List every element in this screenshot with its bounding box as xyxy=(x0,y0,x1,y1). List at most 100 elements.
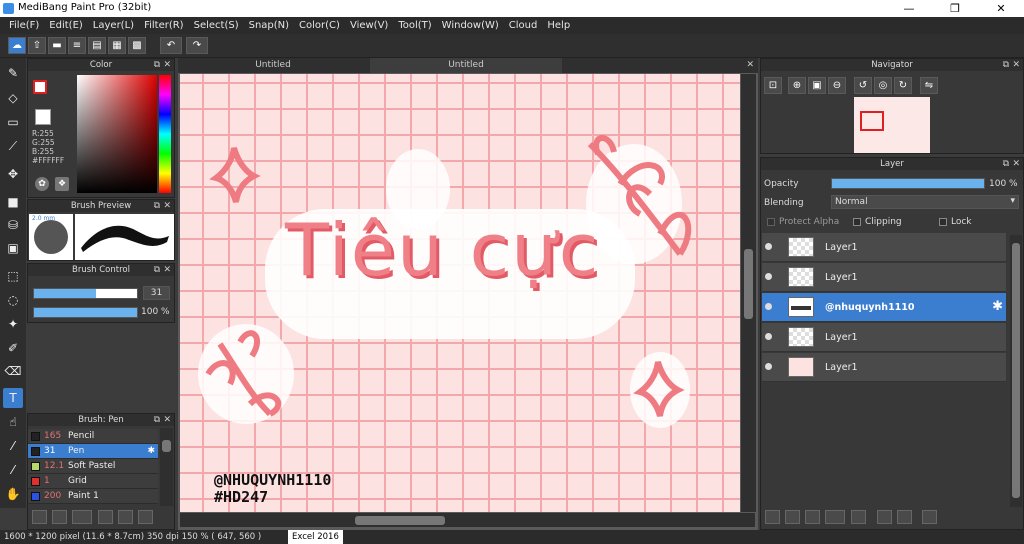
transparent-swatch[interactable] xyxy=(35,109,51,125)
float-icon[interactable]: ⧉ xyxy=(154,200,160,212)
zoom-fit-icon[interactable]: ⊡ xyxy=(764,77,782,94)
undo-icon[interactable]: ↶ xyxy=(160,37,182,54)
grid-view-icon[interactable]: ▦ xyxy=(108,37,126,54)
visibility-eye-icon[interactable] xyxy=(765,363,772,370)
bucket-tool-icon[interactable]: ⛁ xyxy=(3,215,23,235)
menu-tool[interactable]: Tool(T) xyxy=(393,17,436,34)
brush-item[interactable]: 165 Pencil xyxy=(28,429,158,444)
zoom-actual-icon[interactable]: ▣ xyxy=(808,77,826,94)
close-panel-icon[interactable]: ✕ xyxy=(1012,158,1020,170)
redo-icon[interactable]: ↷ xyxy=(186,37,208,54)
palette-icon[interactable]: ❖ xyxy=(55,177,69,191)
layer-row[interactable]: Layer1 xyxy=(762,263,1006,292)
close-button[interactable]: ✕ xyxy=(978,0,1024,17)
text-tool-icon[interactable]: T xyxy=(3,388,23,408)
menu-help[interactable]: Help xyxy=(542,17,575,34)
dropper-tool-icon[interactable]: ⁄ xyxy=(3,436,23,456)
line-tool-icon[interactable]: ⟋ xyxy=(3,136,23,156)
primary-color-swatch[interactable] xyxy=(33,80,47,94)
float-icon[interactable]: ⧉ xyxy=(154,264,160,276)
operation-tool-icon[interactable]: ☝ xyxy=(3,412,23,432)
select-pen-icon[interactable]: ✐ xyxy=(3,338,23,358)
blending-select[interactable]: Normal ▾ xyxy=(831,195,1019,209)
lasso-tool-icon[interactable]: ◌ xyxy=(3,290,23,310)
brush-size-value[interactable]: 31 xyxy=(143,286,170,300)
lock-checkbox[interactable] xyxy=(939,218,947,226)
brush-tool-icon[interactable]: ✎ xyxy=(3,63,23,83)
hand-tool-icon[interactable]: ✋ xyxy=(3,484,23,504)
rotate-reset-icon[interactable]: ◎ xyxy=(874,77,892,94)
layer-list-scrollbar[interactable] xyxy=(1010,235,1022,507)
menu-select[interactable]: Select(S) xyxy=(189,17,244,34)
rectangle-tool-icon[interactable]: ▭ xyxy=(3,112,23,132)
menu-snap[interactable]: Snap(N) xyxy=(244,17,294,34)
move-tool-icon[interactable]: ✥ xyxy=(3,164,23,184)
zoom-out-icon[interactable]: ⊖ xyxy=(828,77,846,94)
float-icon[interactable]: ⧉ xyxy=(154,59,160,71)
upload-icon[interactable]: ⇧ xyxy=(28,37,46,54)
canvas-vertical-scrollbar[interactable] xyxy=(741,74,756,512)
select-eraser-icon[interactable]: ⌫ xyxy=(3,361,23,381)
delete-layer-icon[interactable] xyxy=(922,510,937,524)
brush-opacity-slider[interactable] xyxy=(33,307,138,318)
menu-file[interactable]: File(F) xyxy=(4,17,44,34)
close-panel-icon[interactable]: ✕ xyxy=(163,414,171,426)
brush-list-scroll-thumb[interactable] xyxy=(162,440,171,452)
navigator-viewport-frame[interactable] xyxy=(860,111,884,131)
rotate-left-icon[interactable]: ↺ xyxy=(854,77,872,94)
menu-filter[interactable]: Filter(R) xyxy=(139,17,189,34)
comment-icon[interactable]: ▬ xyxy=(48,37,66,54)
layer-row[interactable]: Layer1 xyxy=(762,233,1006,262)
zoom-in-icon[interactable]: ⊕ xyxy=(788,77,806,94)
select-rect-tool-icon[interactable]: ⬚ xyxy=(3,266,23,286)
tab-untitled-2[interactable]: Untitled xyxy=(370,58,562,73)
hue-slider[interactable] xyxy=(159,75,171,193)
duplicate-layer-icon[interactable] xyxy=(877,510,892,524)
eraser-tool-icon[interactable]: ◇ xyxy=(3,88,23,108)
brush-item[interactable]: 12.1 Soft Pastel xyxy=(28,459,158,474)
document-icon[interactable]: ▤ xyxy=(88,37,106,54)
close-panel-icon[interactable]: ✕ xyxy=(163,264,171,276)
rotate-right-icon[interactable]: ↻ xyxy=(894,77,912,94)
menu-layer[interactable]: Layer(L) xyxy=(88,17,139,34)
protect-alpha-checkbox[interactable] xyxy=(767,218,775,226)
menu-cloud[interactable]: Cloud xyxy=(504,17,543,34)
color-wheel-icon[interactable]: ✿ xyxy=(35,177,49,191)
minimize-button[interactable]: — xyxy=(886,0,932,17)
flip-icon[interactable]: ⇋ xyxy=(920,77,938,94)
brush-settings-icon[interactable]: ✱ xyxy=(147,444,155,459)
menu-view[interactable]: View(V) xyxy=(345,17,393,34)
visibility-eye-icon[interactable] xyxy=(765,333,772,340)
vertical-scroll-thumb[interactable] xyxy=(744,249,753,319)
close-panel-icon[interactable]: ✕ xyxy=(163,200,171,212)
close-panel-icon[interactable]: ✕ xyxy=(1012,59,1020,71)
brush-item[interactable]: 1 Grid xyxy=(28,474,158,489)
brush-size-slider[interactable] xyxy=(33,288,138,299)
new-8bit-layer-icon[interactable] xyxy=(805,510,820,524)
tiles-icon[interactable]: ▩ xyxy=(128,37,146,54)
duplicate-icon[interactable] xyxy=(138,510,153,524)
copy-brush-icon[interactable] xyxy=(98,510,113,524)
new-layer-icon[interactable] xyxy=(765,510,780,524)
layer-row[interactable]: Layer1 xyxy=(762,323,1006,352)
clipping-checkbox[interactable] xyxy=(853,218,861,226)
cloud-icon[interactable]: ☁ xyxy=(8,37,26,54)
float-icon[interactable]: ⧉ xyxy=(154,414,160,426)
float-icon[interactable]: ⧉ xyxy=(1003,59,1009,71)
menu-edit[interactable]: Edit(E) xyxy=(44,17,88,34)
layer-folder-icon[interactable] xyxy=(851,510,866,524)
visibility-eye-icon[interactable] xyxy=(765,243,772,250)
visibility-eye-icon[interactable] xyxy=(765,303,772,310)
eyedropper-icon[interactable]: ⁄ xyxy=(3,460,23,480)
merge-layer-icon[interactable] xyxy=(897,510,912,524)
brush-item-selected[interactable]: 31 Pen ✱ xyxy=(28,444,158,459)
close-panel-icon[interactable]: ✕ xyxy=(163,59,171,71)
layer-row-selected[interactable]: @nhuquynh1110 ✱ xyxy=(762,293,1006,322)
gradient-tool-icon[interactable]: ▣ xyxy=(3,238,23,258)
visibility-eye-icon[interactable] xyxy=(765,273,772,280)
layer-menu-icon[interactable] xyxy=(825,510,845,524)
brush-list-scrollbar[interactable] xyxy=(160,428,173,506)
float-icon[interactable]: ⧉ xyxy=(1003,158,1009,170)
navigator-thumbnail[interactable] xyxy=(854,97,930,153)
horizontal-scroll-thumb[interactable] xyxy=(355,516,445,525)
